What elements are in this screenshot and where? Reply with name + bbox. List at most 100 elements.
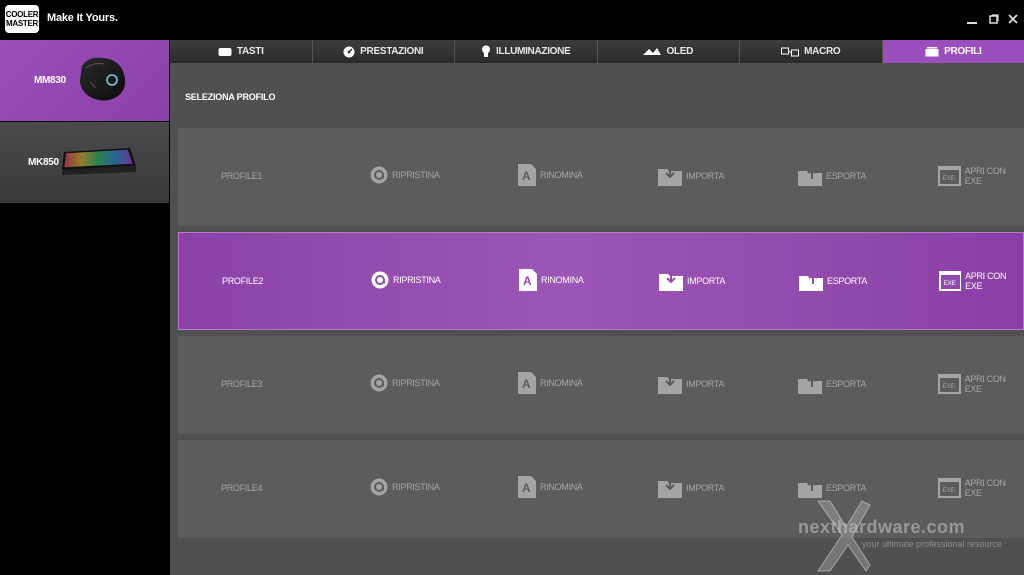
logo-text-line1: COOLER [5, 10, 39, 19]
restore-button[interactable] [985, 10, 1003, 28]
reset-label: RIPRISTINA [392, 170, 440, 180]
export-icon [798, 375, 822, 394]
close-icon [1008, 14, 1018, 24]
svg-text:EXE: EXE [944, 280, 957, 287]
svg-text:A: A [522, 169, 531, 183]
export-icon [798, 167, 822, 186]
exe-icon: EXE [938, 374, 961, 394]
export-icon [799, 272, 823, 291]
open-exe-label: APRI CON EXE [964, 374, 1006, 394]
tab-illuminazione[interactable]: ILLUMINAZIONE [455, 40, 598, 63]
export-label: ESPORTA [827, 276, 868, 286]
import-label: IMPORTA [687, 276, 726, 286]
svg-text:EXE: EXE [943, 487, 956, 494]
tab-bar: TASTI PRESTAZIONI ILLUMINAZIONE OLED MAC… [170, 40, 1024, 63]
device-item-mm830[interactable]: MM830 [0, 40, 169, 121]
rename-label: RINOMINA [540, 378, 583, 388]
reset-button[interactable]: RIPRISTINA [370, 166, 440, 184]
title-bar: COOLER MASTER Make It Yours. [0, 0, 1024, 40]
import-icon [658, 479, 682, 498]
tab-label: ILLUMINAZIONE [496, 46, 571, 57]
tab-macro[interactable]: MACRO [740, 40, 883, 63]
profile-name: PROFILE3 [221, 379, 263, 389]
reset-label: RIPRISTINA [392, 378, 440, 388]
mouse-icon [80, 57, 126, 101]
macro-icon [781, 47, 800, 56]
profile-row-1[interactable]: PROFILE1 RIPRISTINA A RINOMINA IMPORTA E… [178, 128, 1024, 226]
site-watermark: nexthardware.com your ultimate professio… [790, 495, 1024, 575]
device-sidebar: MM830 MK850 [0, 40, 170, 575]
reset-button[interactable]: RIPRISTINA [370, 478, 440, 496]
export-label: ESPORTA [826, 483, 867, 493]
oled-icon [643, 48, 662, 55]
minimize-icon [967, 22, 977, 24]
svg-text:A: A [522, 377, 531, 391]
rename-label: RINOMINA [541, 275, 584, 285]
svg-text:A: A [523, 274, 532, 288]
rename-button[interactable]: A RINOMINA [518, 164, 583, 186]
import-label: IMPORTA [686, 171, 725, 181]
rename-icon: A [518, 476, 536, 498]
watermark-subtext: your ultimate professional resource [862, 539, 1003, 549]
performance-icon [343, 46, 355, 57]
tab-label: PROFILI [944, 46, 982, 57]
rename-icon: A [519, 269, 537, 291]
reset-button[interactable]: RIPRISTINA [370, 374, 440, 392]
tab-prestazioni[interactable]: PRESTAZIONI [312, 40, 455, 63]
device-label: MM830 [34, 75, 66, 86]
import-button[interactable]: IMPORTA [658, 166, 724, 186]
open-exe-label: APRI CON EXE [965, 271, 1007, 291]
reset-icon [370, 374, 388, 392]
import-label: IMPORTA [686, 379, 725, 389]
import-button[interactable]: IMPORTA [659, 271, 725, 291]
reset-icon [371, 271, 389, 289]
open-exe-label: APRI CON EXE [964, 166, 1006, 186]
logo-text-line2: MASTER [6, 19, 38, 28]
cooler-master-logo: COOLER MASTER [5, 5, 39, 33]
open-exe-button[interactable]: EXE APRI CON EXE [938, 166, 1024, 186]
import-label: IMPORTA [686, 483, 725, 493]
profile-icon [925, 46, 939, 56]
profile-row-2[interactable]: PROFILE2 RIPRISTINA A RINOMINA IMPORTA E… [178, 232, 1024, 330]
tab-profili[interactable]: PROFILI [882, 40, 1024, 63]
device-item-mk850[interactable]: MK850 [0, 122, 169, 203]
watermark-text: nexthardware.com [798, 517, 966, 537]
rename-label: RINOMINA [540, 170, 583, 180]
minimize-button[interactable] [963, 10, 981, 28]
reset-label: RIPRISTINA [392, 482, 440, 492]
rename-button[interactable]: A RINOMINA [518, 476, 583, 498]
svg-text:EXE: EXE [943, 175, 956, 182]
reset-icon [370, 166, 388, 184]
rename-label: RINOMINA [540, 482, 583, 492]
rename-button[interactable]: A RINOMINA [518, 372, 583, 394]
import-icon [658, 167, 682, 186]
tab-label: TASTI [236, 46, 264, 57]
tab-label: OLED [666, 46, 694, 57]
reset-button[interactable]: RIPRISTINA [371, 271, 441, 289]
export-label: ESPORTA [826, 379, 867, 389]
export-button[interactable]: ESPORTA [798, 166, 866, 186]
close-button[interactable] [1004, 10, 1022, 28]
import-icon [658, 375, 682, 394]
svg-text:A: A [522, 481, 531, 495]
open-exe-button[interactable]: EXE APRI CON EXE [938, 374, 1024, 394]
import-icon [659, 272, 683, 291]
export-button[interactable]: ESPORTA [798, 374, 866, 394]
restore-icon [989, 14, 999, 24]
import-button[interactable]: IMPORTA [658, 374, 724, 394]
app-tagline: Make It Yours. [47, 12, 118, 24]
profile-name: PROFILE1 [221, 171, 263, 181]
import-button[interactable]: IMPORTA [658, 478, 724, 498]
profile-row-3[interactable]: PROFILE3 RIPRISTINA A RINOMINA IMPORTA E… [178, 336, 1024, 434]
keys-icon [218, 47, 232, 56]
open-exe-button[interactable]: EXE APRI CON EXE [939, 271, 1023, 291]
profile-name: PROFILE4 [221, 483, 263, 493]
export-label: ESPORTA [826, 171, 867, 181]
tab-oled[interactable]: OLED [597, 40, 740, 63]
device-label: MK850 [28, 157, 59, 168]
svg-text:EXE: EXE [943, 383, 956, 390]
reset-icon [370, 478, 388, 496]
tab-tasti[interactable]: TASTI [170, 40, 313, 63]
rename-button[interactable]: A RINOMINA [519, 269, 584, 291]
export-button[interactable]: ESPORTA [799, 271, 867, 291]
